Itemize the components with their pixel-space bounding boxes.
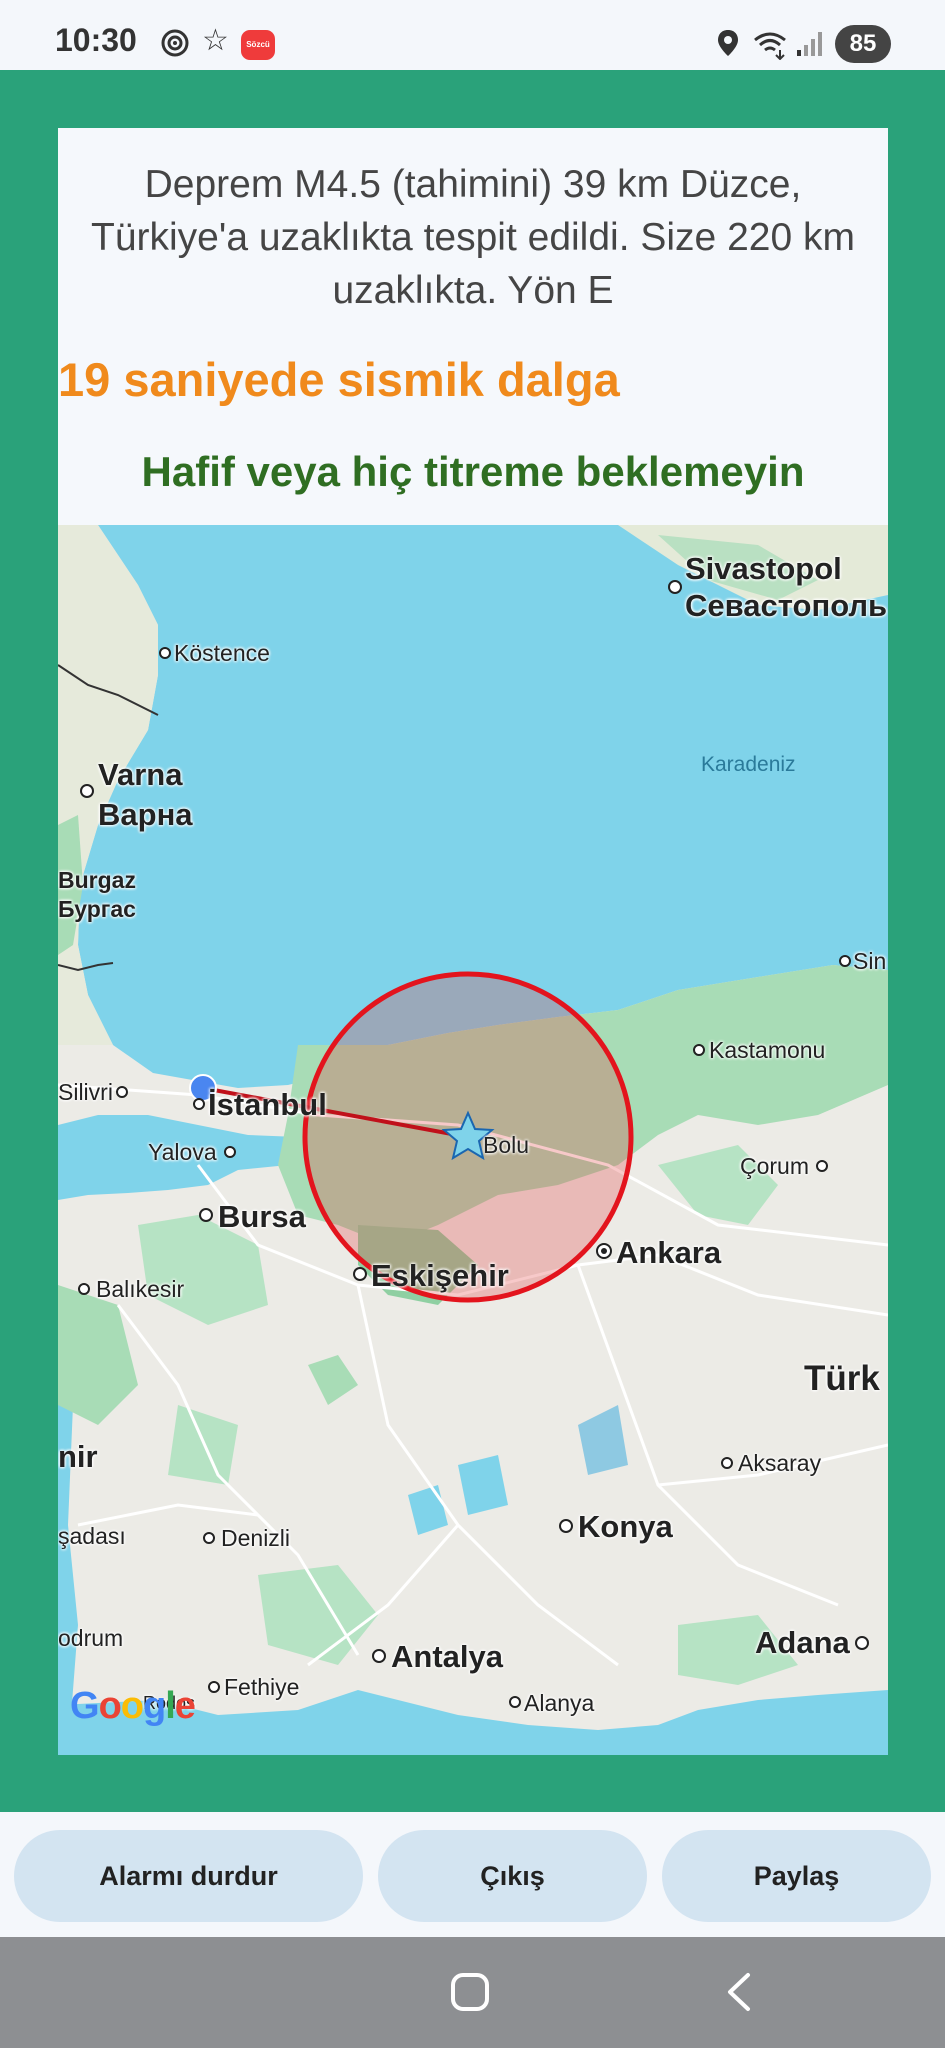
label-kastamonu: Kastamonu — [709, 1037, 826, 1063]
seismic-wave-countdown: 19 saniyede sismik dalga — [58, 353, 620, 406]
exit-button[interactable]: Çıkış — [378, 1830, 647, 1922]
share-button[interactable]: Paylaş — [662, 1830, 931, 1922]
location-icon — [718, 30, 738, 56]
status-time: 10:30 — [55, 22, 137, 58]
label-ankara: Ankara — [616, 1235, 722, 1270]
label-kusadasi: şadası — [58, 1523, 126, 1549]
label-konya: Konya — [578, 1509, 673, 1544]
label-fethiye: Fethiye — [224, 1674, 300, 1700]
label-bolu: Bolu — [483, 1132, 530, 1158]
label-denizli: Denizli — [221, 1525, 291, 1551]
label-turkiye: Türk — [804, 1359, 880, 1398]
stop-alarm-button[interactable]: Alarmı durdur — [14, 1830, 363, 1922]
earthquake-info-text: Deprem M4.5 (tahimini) 39 km Düzce, Türk… — [91, 163, 855, 312]
shaking-expectation: Hafif veya hiç titreme beklemeyin — [141, 448, 805, 495]
action-bar: Alarmı durdur Çıkış Paylaş — [0, 1812, 945, 1937]
earthquake-map[interactable]: Sivastopol Севастополь Köstence Karadeni… — [58, 525, 888, 1755]
app-icon: Sözcü — [241, 30, 275, 60]
label-kostence: Köstence — [174, 640, 270, 666]
label-istanbul: İstanbul — [208, 1087, 327, 1122]
label-balikesir: Balıkesir — [96, 1276, 185, 1302]
label-yalova: Yalova — [148, 1139, 217, 1165]
back-icon[interactable] — [720, 1969, 760, 2015]
label-sinop: Sin — [853, 948, 887, 974]
label-burgaz: Burgaz — [58, 867, 136, 893]
status-bar: 10:30 ☆ Sözcü 85 — [0, 0, 945, 70]
label-varna-cyr: Варна — [98, 797, 193, 832]
label-corum: Çorum — [740, 1153, 810, 1179]
label-sevastopol: Севастополь — [685, 588, 888, 623]
label-varna: Varna — [98, 757, 183, 792]
label-silivri: Silivri — [58, 1079, 113, 1105]
label-bodrum: odrum — [58, 1625, 124, 1651]
wifi-icon — [754, 32, 786, 60]
label-adana: Adana — [755, 1625, 850, 1660]
navigation-bar — [0, 1937, 945, 2048]
label-burgas-cyr: Бургас — [58, 896, 136, 922]
label-eskisehir: Eskişehir — [371, 1258, 509, 1293]
label-antalya: Antalya — [391, 1639, 503, 1674]
battery-icon: 85 — [835, 25, 891, 63]
label-izmir: nir — [58, 1439, 98, 1474]
label-karadeniz: Karadeniz — [701, 753, 796, 776]
label-alanya: Alanya — [524, 1690, 595, 1716]
signal-icon — [797, 32, 822, 56]
star-icon: ☆ — [202, 24, 229, 57]
google-logo: Google — [70, 1685, 196, 1727]
target-icon — [161, 29, 189, 57]
label-sivastopol: Sivastopol — [685, 551, 842, 586]
label-aksaray: Aksaray — [738, 1450, 822, 1476]
capital-marker-dot — [601, 1248, 607, 1254]
label-bursa: Bursa — [218, 1199, 306, 1234]
home-icon[interactable] — [451, 1973, 489, 2011]
